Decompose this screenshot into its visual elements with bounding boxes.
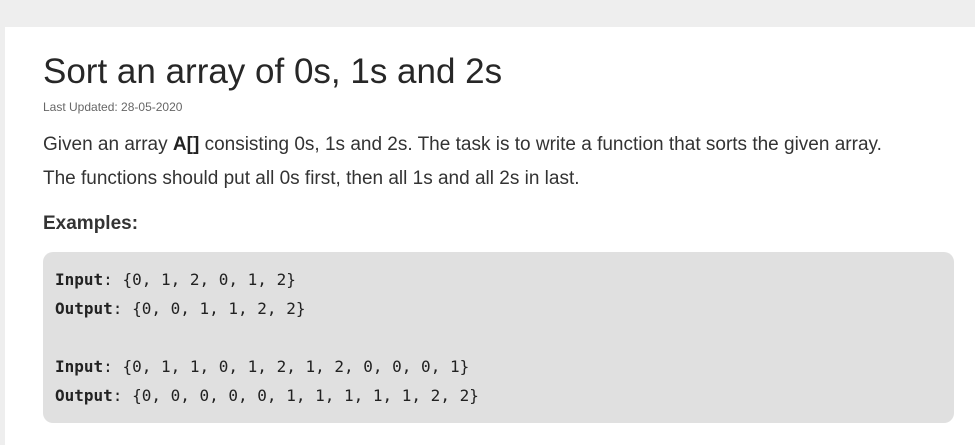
article-title: Sort an array of 0s, 1s and 2s (43, 52, 503, 91)
description-text: Given an array (43, 134, 173, 155)
examples-heading: Examples: (43, 213, 139, 234)
example-1-output: Output: {0, 0, 1, 1, 2, 2} (55, 298, 305, 320)
example-2-output: Output: {0, 0, 0, 0, 0, 1, 1, 1, 1, 1, 2… (55, 385, 479, 407)
output-value: : {0, 0, 1, 1, 2, 2} (112, 299, 306, 318)
description-text: consisting 0s, 1s and 2s. The task is to… (199, 134, 882, 155)
article-card: Sort an array of 0s, 1s and 2s Last Upda… (5, 27, 975, 445)
input-value: : {0, 1, 2, 0, 1, 2} (103, 270, 296, 289)
input-label: Input (55, 270, 104, 289)
description-line-1: Given an array A[] consisting 0s, 1s and… (43, 128, 963, 162)
output-value: : {0, 0, 0, 0, 0, 1, 1, 1, 1, 1, 2, 2} (112, 386, 479, 405)
last-updated-date: Last Updated: 28-05-2020 (43, 100, 183, 114)
output-label: Output (55, 386, 113, 405)
input-value: : {0, 1, 1, 0, 1, 2, 1, 2, 0, 0, 0, 1} (103, 357, 470, 376)
examples-code-block: Input: {0, 1, 2, 0, 1, 2} Output: {0, 0,… (43, 252, 954, 423)
array-name: A[] (172, 134, 200, 155)
problem-description: Given an array A[] consisting 0s, 1s and… (43, 128, 963, 196)
example-2-input: Input: {0, 1, 1, 0, 1, 2, 1, 2, 0, 0, 0,… (55, 356, 469, 378)
output-label: Output (55, 299, 113, 318)
input-label: Input (55, 357, 104, 376)
example-1-input: Input: {0, 1, 2, 0, 1, 2} (55, 269, 296, 291)
description-line-2: The functions should put all 0s first, t… (43, 168, 580, 189)
